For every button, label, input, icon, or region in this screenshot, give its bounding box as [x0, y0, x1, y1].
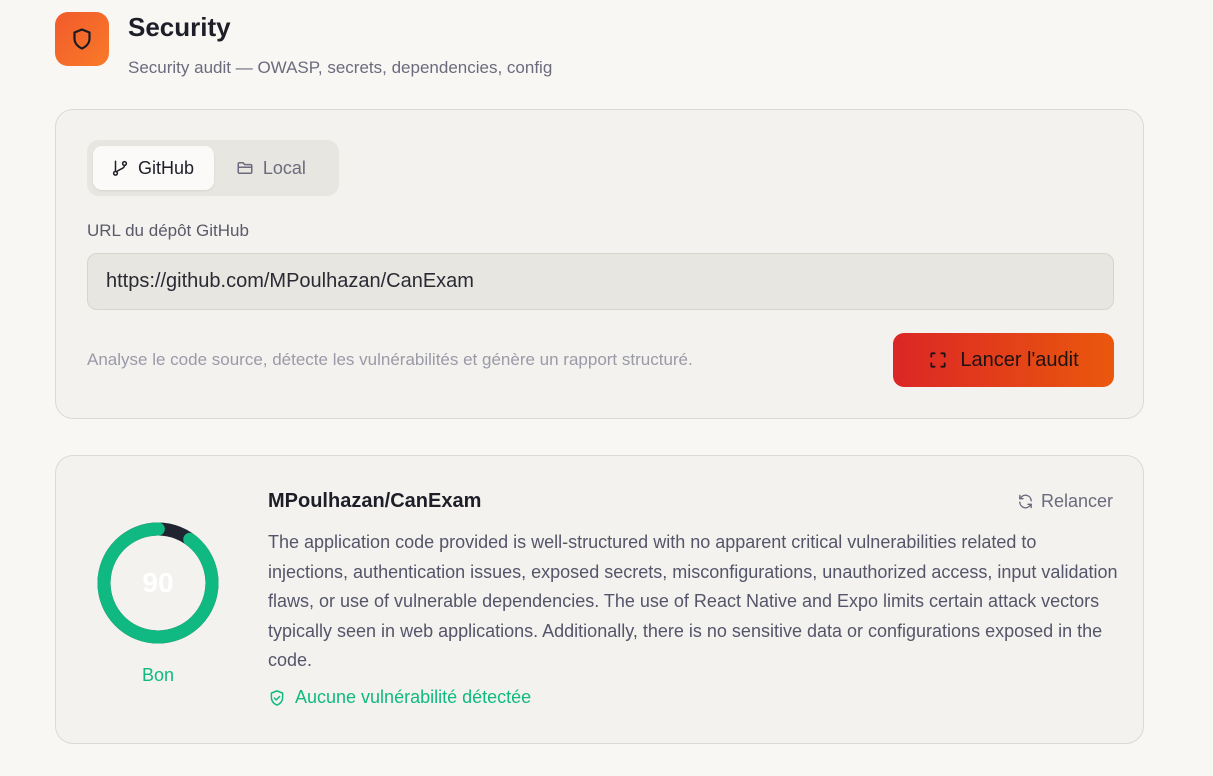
launch-audit-label: Lancer l'audit: [960, 348, 1079, 371]
result-repo-name: MPoulhazan/CanExam: [268, 490, 482, 512]
shield-check-icon: [270, 689, 284, 706]
audit-summary: The application code provided is well-st…: [268, 532, 1118, 670]
launch-audit-button[interactable]: Lancer l'audit: [893, 333, 1114, 387]
audit-hint: Analyse le code source, détecte les vuln…: [87, 350, 693, 369]
folder-icon: [237, 162, 253, 174]
audit-config-card: GitHub Local URL du dépôt GitHub Analyse…: [55, 109, 1144, 419]
tab-local[interactable]: Local: [218, 146, 333, 190]
repo-url-input[interactable]: [87, 253, 1114, 310]
page-header: Security Security audit — OWASP, secrets…: [55, 12, 552, 78]
tab-local-label: Local: [262, 157, 306, 178]
tab-github[interactable]: GitHub: [93, 146, 214, 190]
scan-icon: [930, 352, 946, 368]
page-subtitle: Security audit — OWASP, secrets, depende…: [128, 58, 553, 77]
app-icon: [55, 12, 109, 66]
page-title: Security: [128, 12, 231, 42]
vulnerability-status-label: Aucune vulnérabilité détectée: [295, 687, 532, 707]
audit-result-card: 90 Bon MPoulhazan/CanExam Relancer The a…: [55, 455, 1144, 744]
shield-icon: [73, 28, 91, 50]
rerun-button[interactable]: Relancer: [1017, 491, 1113, 512]
git-branch-icon: [112, 160, 128, 176]
vulnerability-status: Aucune vulnérabilité détectée: [268, 687, 531, 708]
refresh-icon: [1019, 494, 1032, 509]
source-toggle: GitHub Local: [87, 140, 339, 196]
rerun-label: Relancer: [1040, 491, 1113, 511]
repo-url-label: URL du dépôt GitHub: [87, 221, 249, 240]
tab-github-label: GitHub: [138, 157, 195, 178]
score-value: 90: [142, 567, 174, 598]
score-grade: Bon: [141, 665, 175, 685]
